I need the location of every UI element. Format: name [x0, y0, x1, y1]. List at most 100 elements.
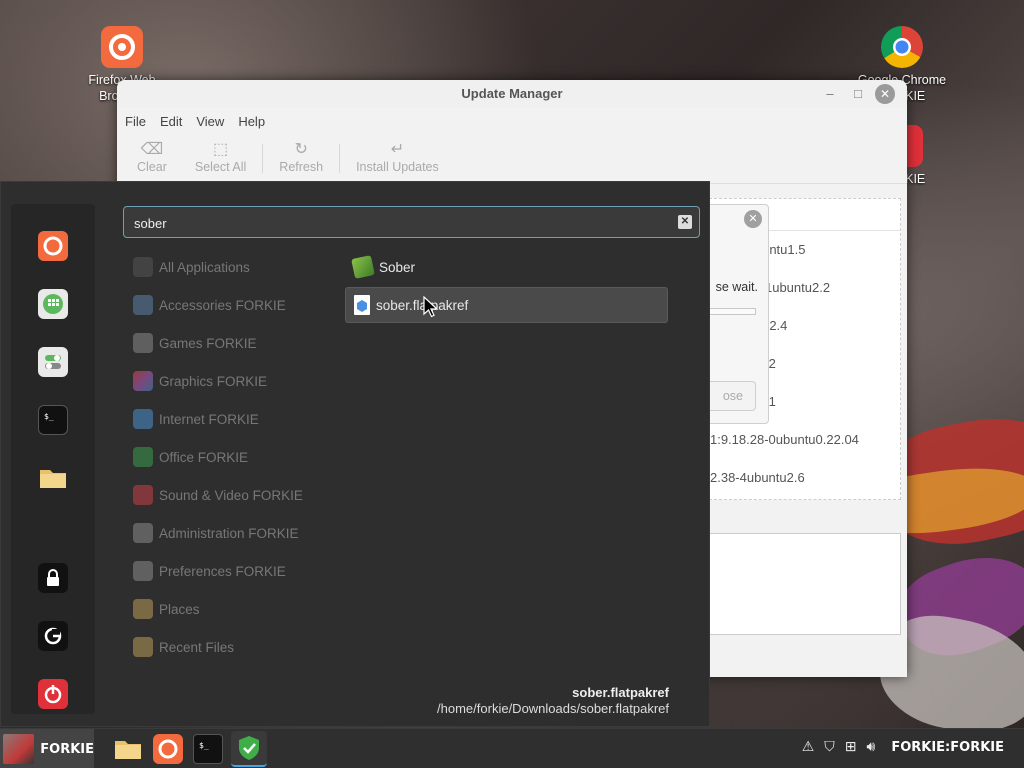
power-icon[interactable] — [38, 679, 68, 709]
select-all-icon: ⬚ — [213, 141, 229, 158]
menu-file[interactable]: File — [125, 114, 146, 129]
category-preferences[interactable]: Preferences FORKIE — [133, 556, 286, 586]
eraser-icon: ⌫ — [140, 141, 164, 158]
clear-button[interactable]: ⌫ Clear — [123, 134, 181, 183]
menu-thumbnail-icon — [3, 734, 35, 764]
refresh-button[interactable]: ↻ Refresh — [265, 134, 337, 183]
terminal-icon[interactable]: $_ — [38, 405, 68, 435]
gamepad-icon — [133, 333, 153, 353]
accessories-icon — [133, 295, 153, 315]
settings-toggle-icon[interactable] — [38, 347, 68, 377]
search-result-sober[interactable]: Sober — [345, 249, 668, 285]
category-office[interactable]: Office FORKIE — [133, 442, 248, 472]
category-label: Graphics FORKIE — [159, 373, 268, 389]
window-title: Update Manager — [461, 86, 563, 101]
selected-item-name: sober.flatpakref — [572, 685, 669, 700]
install-updates-button[interactable]: ↵ Install Updates — [342, 134, 453, 183]
application-menu: $_ ✕ All Applications Accessories FORKIE… — [0, 181, 710, 727]
grid-icon — [133, 257, 153, 277]
lock-icon[interactable] — [38, 563, 68, 593]
refresh-icon: ↻ — [294, 141, 308, 158]
firefox-icon[interactable] — [38, 231, 68, 261]
menu-help[interactable]: Help — [238, 114, 265, 129]
toolbar: ⌫ Clear ⬚ Select All ↻ Refresh ↵ Install… — [117, 134, 907, 184]
table-row[interactable]: 1:9.18.28-0ubuntu0.22.04 — [682, 421, 900, 459]
select-all-button[interactable]: ⬚ Select All — [181, 134, 260, 183]
menu-bar: File Edit View Help — [117, 108, 907, 134]
details-pane — [709, 533, 901, 635]
svg-text:$_: $_ — [199, 741, 209, 750]
category-label: Sound & Video FORKIE — [159, 487, 303, 503]
toolbar-separator — [339, 144, 341, 173]
minimize-button[interactable]: – — [821, 85, 839, 103]
result-label: Sober — [379, 259, 416, 275]
folder-icon — [133, 599, 153, 619]
category-accessories[interactable]: Accessories FORKIE — [133, 290, 286, 320]
category-graphics[interactable]: Graphics FORKIE — [133, 366, 267, 396]
preferences-icon — [133, 561, 153, 581]
close-button[interactable]: ✕ — [875, 84, 895, 104]
svg-text:$_: $_ — [44, 412, 54, 421]
network-icon[interactable]: ⊞ — [845, 739, 857, 755]
favorites-sidebar: $_ — [11, 204, 95, 714]
chrome-icon — [881, 26, 923, 68]
category-places[interactable]: Places — [133, 594, 200, 624]
category-label: Office FORKIE — [159, 449, 249, 465]
volume-icon[interactable]: 🔊︎ — [867, 739, 876, 755]
system-tray: ⚠ ⛉ ⊞ 🔊︎ FORKIE:FORKIE — [802, 739, 1004, 755]
clear-search-icon[interactable]: ✕ — [678, 215, 692, 229]
table-row[interactable]: 2.38-4ubuntu2.6 — [682, 459, 900, 497]
mouse-pointer-icon — [423, 296, 439, 318]
category-label: Places — [159, 601, 200, 617]
graphics-icon — [133, 371, 153, 391]
category-internet[interactable]: Internet FORKIE — [133, 404, 259, 434]
progress-text: se wait. — [715, 280, 758, 294]
clear-label: Clear — [137, 160, 167, 174]
start-menu-button[interactable]: FORKIE — [0, 729, 94, 768]
terminal-icon[interactable]: $_ — [193, 734, 223, 764]
files-icon[interactable] — [113, 734, 143, 764]
sober-app-icon — [351, 255, 375, 279]
firefox-icon[interactable] — [153, 734, 183, 764]
category-label: Recent Files — [159, 639, 235, 655]
menu-edit[interactable]: Edit — [160, 114, 182, 129]
search-input[interactable] — [134, 213, 654, 233]
selected-item-path: /home/forkie/Downloads/sober.flatpakref — [437, 701, 669, 716]
shield-icon[interactable] — [231, 731, 267, 767]
start-menu-label: FORKIE — [40, 741, 94, 757]
category-administration[interactable]: Administration FORKIE — [133, 518, 299, 548]
title-bar[interactable]: Update Manager – □ ✕ — [117, 80, 907, 108]
category-label: All Applications — [159, 259, 250, 275]
folder-icon[interactable] — [38, 463, 68, 493]
category-label: Games FORKIE — [159, 335, 257, 351]
search-field[interactable]: ✕ — [123, 206, 700, 238]
maximize-button[interactable]: □ — [849, 85, 867, 103]
category-all-applications[interactable]: All Applications — [133, 252, 250, 282]
office-icon — [133, 447, 153, 467]
logout-icon[interactable] — [38, 621, 68, 651]
category-label: Accessories FORKIE — [159, 297, 286, 313]
calculator-icon[interactable] — [38, 289, 68, 319]
install-updates-label: Install Updates — [356, 160, 439, 174]
flatpak-file-icon — [354, 295, 370, 315]
folder-icon — [133, 637, 153, 657]
toolbar-separator — [262, 144, 264, 173]
category-label: Internet FORKIE — [159, 411, 259, 427]
play-icon — [133, 485, 153, 505]
shield-tray-icon[interactable]: ⛉ — [824, 739, 835, 755]
taskbar: FORKIE $_ ⚠ ⛉ ⊞ 🔊︎ FORKIE:FORKIE — [0, 728, 1024, 768]
search-result-flatpakref[interactable]: sober.flatpakref — [345, 287, 668, 323]
category-games[interactable]: Games FORKIE — [133, 328, 257, 358]
category-label: Preferences FORKIE — [159, 563, 286, 579]
firefox-icon — [101, 26, 143, 68]
administration-icon — [133, 523, 153, 543]
user-indicator[interactable]: FORKIE:FORKIE — [891, 740, 1004, 755]
refresh-label: Refresh — [279, 160, 324, 174]
update-notification-icon[interactable]: ⚠ — [802, 739, 815, 755]
category-sound-video[interactable]: Sound & Video FORKIE — [133, 480, 303, 510]
dialog-close-button[interactable]: ✕ — [744, 210, 762, 228]
install-icon: ↵ — [390, 141, 405, 158]
category-label: Administration FORKIE — [159, 525, 299, 541]
category-recent-files[interactable]: Recent Files — [133, 632, 234, 662]
menu-view[interactable]: View — [196, 114, 224, 129]
